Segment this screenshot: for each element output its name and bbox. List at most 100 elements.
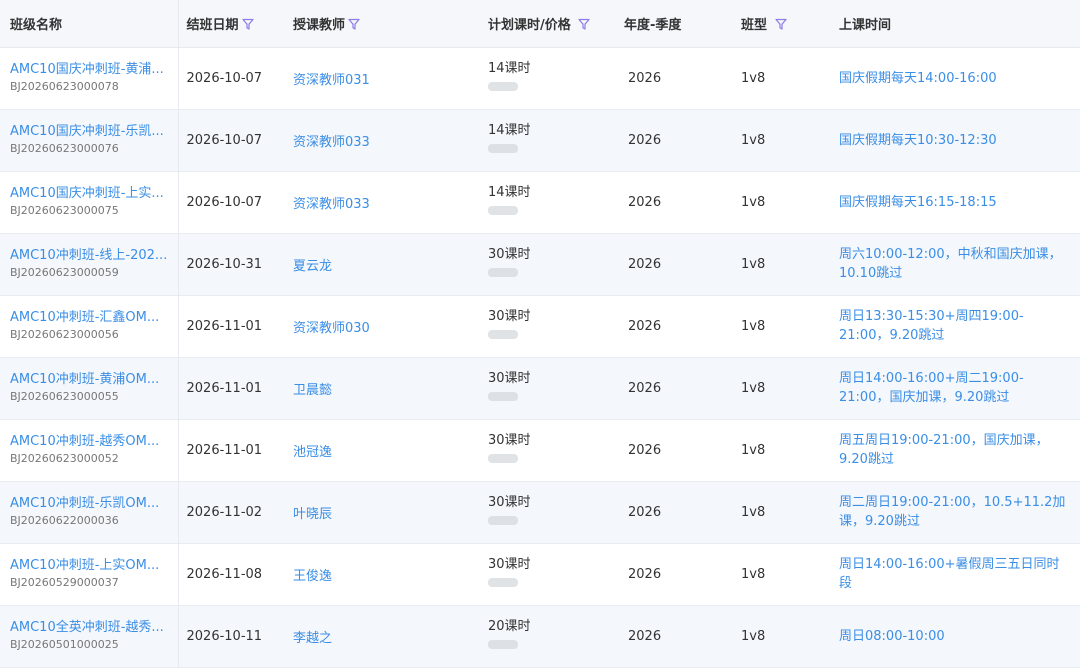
end-date-cell: 2026-10-07 xyxy=(178,171,285,234)
price-redacted xyxy=(488,205,518,215)
header-teacher-label: 授课教师 xyxy=(293,17,346,33)
end-date-cell: 2026-10-07 xyxy=(178,47,285,110)
teacher-link[interactable]: 资深教师033 xyxy=(293,197,370,212)
year-value: 2026 xyxy=(628,132,662,148)
teacher-link[interactable]: 池冠逸 xyxy=(293,445,332,460)
schedule-text: 周五周日19:00-21:00，国庆加课，9.20跳过 xyxy=(839,433,1049,467)
class-name-link[interactable]: AMC10国庆冲刺班-黄浦... xyxy=(10,61,170,79)
spacer-cell xyxy=(1075,295,1080,358)
end-date-cell: 2026-10-07 xyxy=(178,109,285,172)
plan-hours: 30课时 xyxy=(488,370,531,386)
filter-icon[interactable] xyxy=(241,18,254,30)
type-value: 1v8 xyxy=(741,132,766,148)
header-plan: 计划课时/价格 xyxy=(480,0,616,48)
teacher-cell: 资深教师030 xyxy=(285,295,480,358)
table-row[interactable]: AMC10冲刺班-线上-202... BJ20260623000059 2026… xyxy=(0,233,1080,296)
plan-hours: 30课时 xyxy=(488,432,531,448)
class-name-link[interactable]: AMC10国庆冲刺班-上实... xyxy=(10,185,170,203)
time-cell: 周日14:00-16:00+暑假周三五日同时段 xyxy=(831,543,1075,606)
header-time: 上课时间 xyxy=(831,0,1075,48)
spacer-cell xyxy=(1075,171,1080,234)
type-value: 1v8 xyxy=(741,318,766,334)
filter-icon[interactable] xyxy=(348,18,360,30)
class-code: BJ20260623000075 xyxy=(10,204,119,217)
plan-hours: 30课时 xyxy=(488,246,531,262)
table-row[interactable]: AMC10冲刺班-黄浦OM... BJ20260623000055 2026-1… xyxy=(0,357,1080,420)
plan-hours: 30课时 xyxy=(488,556,531,572)
class-name-link[interactable]: AMC10国庆冲刺班-乐凯... xyxy=(10,123,170,141)
plan-cell: 20课时 xyxy=(480,605,616,668)
year-cell: 2026 xyxy=(616,109,733,172)
teacher-link[interactable]: 资深教师030 xyxy=(293,321,370,336)
class-name-link[interactable]: AMC10冲刺班-汇鑫OM... xyxy=(10,309,170,327)
table-row[interactable]: AMC10全英冲刺班-越秀... BJ20260501000025 2026-1… xyxy=(0,605,1080,668)
filter-icon[interactable] xyxy=(774,18,787,30)
year-value: 2026 xyxy=(628,380,662,396)
schedule-text: 国庆假期每天16:15-18:15 xyxy=(839,194,997,210)
class-name-cell: AMC10全英冲刺班-越秀... BJ20260501000025 xyxy=(0,605,179,668)
filter-icon[interactable] xyxy=(578,18,590,30)
class-code: BJ20260623000056 xyxy=(10,328,119,341)
price-redacted xyxy=(488,329,518,339)
end-date: 2026-10-11 xyxy=(186,628,263,644)
year-cell: 2026 xyxy=(616,419,733,482)
end-date-cell: 2026-10-31 xyxy=(178,233,285,296)
end-date: 2026-11-01 xyxy=(186,442,263,458)
teacher-link[interactable]: 资深教师033 xyxy=(293,135,370,150)
end-date-cell: 2026-10-11 xyxy=(178,605,285,668)
plan-hours: 30课时 xyxy=(488,494,531,510)
year-cell: 2026 xyxy=(616,171,733,234)
class-name-link[interactable]: AMC10冲刺班-越秀OM... xyxy=(10,433,170,451)
year-cell: 2026 xyxy=(616,481,733,544)
spacer-cell xyxy=(1075,419,1080,482)
class-name-link[interactable]: AMC10冲刺班-黄浦OM... xyxy=(10,371,170,389)
header-time-label: 上课时间 xyxy=(839,17,892,33)
teacher-link[interactable]: 叶晓辰 xyxy=(293,507,332,522)
type-cell: 1v8 xyxy=(733,47,831,110)
time-cell: 国庆假期每天14:00-16:00 xyxy=(831,47,1075,110)
class-code: BJ20260622000036 xyxy=(10,514,119,527)
teacher-link[interactable]: 夏云龙 xyxy=(293,259,332,274)
class-name-link[interactable]: AMC10冲刺班-上实OM... xyxy=(10,557,170,575)
spacer-cell xyxy=(1075,233,1080,296)
class-name-link[interactable]: AMC10全英冲刺班-越秀... xyxy=(10,619,170,637)
year-cell: 2026 xyxy=(616,295,733,358)
teacher-link[interactable]: 王俊逸 xyxy=(293,569,332,584)
year-value: 2026 xyxy=(628,70,662,86)
table-row[interactable]: AMC10冲刺班-越秀OM... BJ20260623000052 2026-1… xyxy=(0,419,1080,482)
type-cell: 1v8 xyxy=(733,357,831,420)
teacher-cell: 卫晨懿 xyxy=(285,357,480,420)
teacher-link[interactable]: 李越之 xyxy=(293,631,332,646)
header-class-name: 班级名称 xyxy=(0,0,179,48)
class-name-cell: AMC10冲刺班-汇鑫OM... BJ20260623000056 xyxy=(0,295,179,358)
spacer-cell xyxy=(1075,357,1080,420)
type-cell: 1v8 xyxy=(733,171,831,234)
class-name-link[interactable]: AMC10冲刺班-线上-202... xyxy=(10,247,170,265)
header-year-label: 年度-季度 xyxy=(624,17,682,33)
end-date: 2026-11-01 xyxy=(186,380,263,396)
table-row[interactable]: AMC10国庆冲刺班-乐凯... BJ20260623000076 2026-1… xyxy=(0,109,1080,172)
teacher-link[interactable]: 卫晨懿 xyxy=(293,383,332,398)
teacher-link[interactable]: 资深教师031 xyxy=(293,73,370,88)
year-cell: 2026 xyxy=(616,357,733,420)
class-name-link[interactable]: AMC10冲刺班-乐凯OM... xyxy=(10,495,170,513)
teacher-cell: 资深教师031 xyxy=(285,47,480,110)
table-row[interactable]: AMC10冲刺班-汇鑫OM... BJ20260623000056 2026-1… xyxy=(0,295,1080,358)
header-year: 年度-季度 xyxy=(616,0,733,48)
header-end-date: 结班日期 xyxy=(178,0,285,48)
type-value: 1v8 xyxy=(741,194,766,210)
teacher-cell: 李越之 xyxy=(285,605,480,668)
time-cell: 周日14:00-16:00+周二19:00-21:00，国庆加课，9.20跳过 xyxy=(831,357,1075,420)
class-code: BJ20260623000052 xyxy=(10,452,119,465)
time-cell: 国庆假期每天10:30-12:30 xyxy=(831,109,1075,172)
type-cell: 1v8 xyxy=(733,295,831,358)
header-teacher: 授课教师 xyxy=(285,0,480,48)
plan-cell: 14课时 xyxy=(480,171,616,234)
type-value: 1v8 xyxy=(741,504,766,520)
table-row[interactable]: AMC10国庆冲刺班-黄浦... BJ20260623000078 2026-1… xyxy=(0,47,1080,110)
table-row[interactable]: AMC10冲刺班-上实OM... BJ20260529000037 2026-1… xyxy=(0,543,1080,606)
spacer-cell xyxy=(1075,47,1080,110)
table-row[interactable]: AMC10国庆冲刺班-上实... BJ20260623000075 2026-1… xyxy=(0,171,1080,234)
table-row[interactable]: AMC10冲刺班-乐凯OM... BJ20260622000036 2026-1… xyxy=(0,481,1080,544)
class-code: BJ20260623000078 xyxy=(10,80,119,93)
